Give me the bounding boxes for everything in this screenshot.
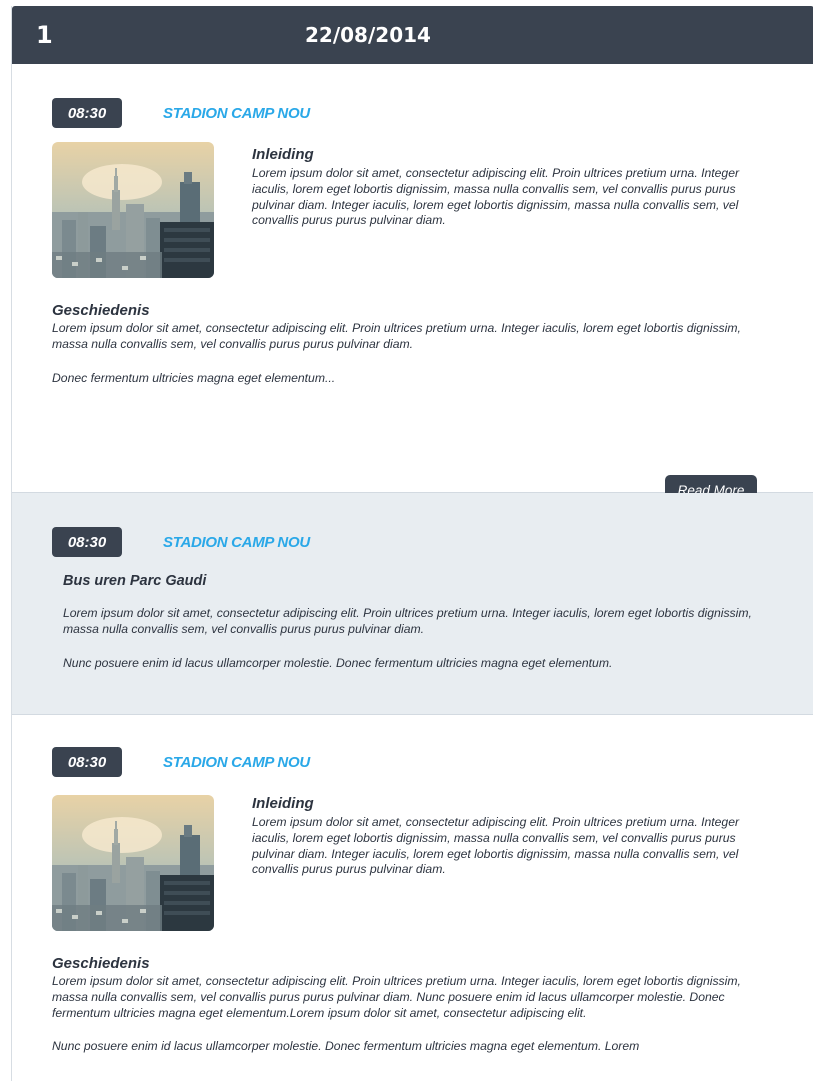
intro-section: Inleiding Lorem ipsum dolor sit amet, co… [252,795,758,931]
event-card: 08:30 STADION CAMP NOU Inleiding Lorem i… [12,64,813,505]
schedule-panel: 1 22/08/2014 08:30 STADION CAMP NOU Inle… [11,6,813,1081]
time-badge: 08:30 [52,527,122,557]
day-number: 1 [36,21,53,49]
event-card: 08:30 STADION CAMP NOU Bus uren Parc Gau… [12,493,813,715]
time-badge: 08:30 [52,98,122,128]
event-meta: 08:30 STADION CAMP NOU [52,493,758,557]
history-title: Geschiedenis [52,955,150,972]
intro-title: Inleiding [252,795,314,812]
intro-section: Inleiding Lorem ipsum dolor sit amet, co… [252,142,758,278]
intro-title: Inleiding [252,146,314,163]
history-title: Geschiedenis [52,302,150,319]
bus-text-more: Nunc posuere enim id lacus ullamcorper m… [63,655,613,670]
intro-text: Lorem ipsum dolor sit amet, consectetur … [252,166,740,228]
event-card: 08:30 STADION CAMP NOU Inleiding Lorem i… [12,715,813,1055]
event-location: STADION CAMP NOU [163,104,310,122]
event-location: STADION CAMP NOU [163,533,310,551]
history-text: Lorem ipsum dolor sit amet, consectetur … [52,321,741,351]
event-meta: 08:30 STADION CAMP NOU [52,64,758,128]
time-badge: 08:30 [52,747,122,777]
city-skyline-photo [52,795,214,931]
event-location: STADION CAMP NOU [163,753,310,771]
history-text: Lorem ipsum dolor sit amet, consectetur … [52,974,741,1020]
event-meta: 08:30 STADION CAMP NOU [52,715,758,777]
day-header: 1 22/08/2014 [12,6,813,64]
bus-info: Bus uren Parc Gaudi Lorem ipsum dolor si… [52,573,758,671]
intro-row: Inleiding Lorem ipsum dolor sit amet, co… [52,795,758,931]
day-date: 22/08/2014 [305,23,431,47]
bus-text: Lorem ipsum dolor sit amet, consectetur … [63,606,752,636]
city-skyline-photo [52,142,214,278]
history-text-more: Donec fermentum ultricies magna eget ele… [52,370,336,385]
intro-text: Lorem ipsum dolor sit amet, consectetur … [252,815,740,877]
bus-title: Bus uren Parc Gaudi [63,573,207,589]
intro-row: Inleiding Lorem ipsum dolor sit amet, co… [52,142,758,278]
history-text-more: Nunc posuere enim id lacus ullamcorper m… [52,1039,640,1054]
